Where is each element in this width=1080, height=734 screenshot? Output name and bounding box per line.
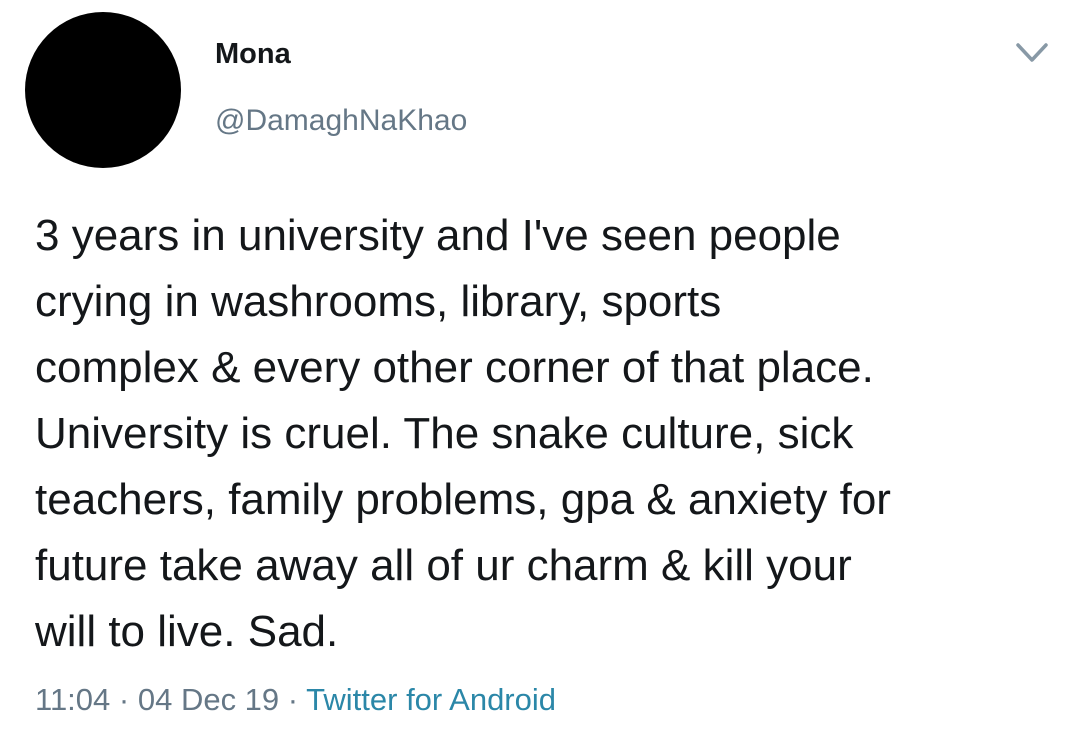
separator: · <box>279 682 307 717</box>
avatar[interactable] <box>25 12 181 168</box>
tweet-source-link[interactable]: Twitter for Android <box>306 682 556 717</box>
separator: · <box>110 682 138 717</box>
tweet-date[interactable]: 04 Dec 19 <box>138 682 279 717</box>
tweet-line: will to live. Sad. <box>35 607 339 656</box>
tweet-line: complex & every other corner of that pla… <box>35 343 874 392</box>
tweet-line: 3 years in university and I've seen peop… <box>35 211 841 260</box>
tweet-text: 3 years in university and I've seen peop… <box>35 203 891 665</box>
tweet-line: crying in washrooms, library, sports <box>35 277 722 326</box>
tweet-line: teachers, family problems, gpa & anxiety… <box>35 475 891 524</box>
tweet-meta: 11:04 · 04 Dec 19 · Twitter for Android <box>35 682 556 718</box>
display-name[interactable]: Mona <box>215 38 291 71</box>
chevron-down-icon[interactable] <box>1014 40 1050 66</box>
user-handle[interactable]: @DamaghNaKhao <box>215 104 467 138</box>
tweet-time[interactable]: 11:04 <box>35 682 110 717</box>
tweet-line: University is cruel. The snake culture, … <box>35 409 854 458</box>
tweet-line: future take away all of ur charm & kill … <box>35 541 852 590</box>
